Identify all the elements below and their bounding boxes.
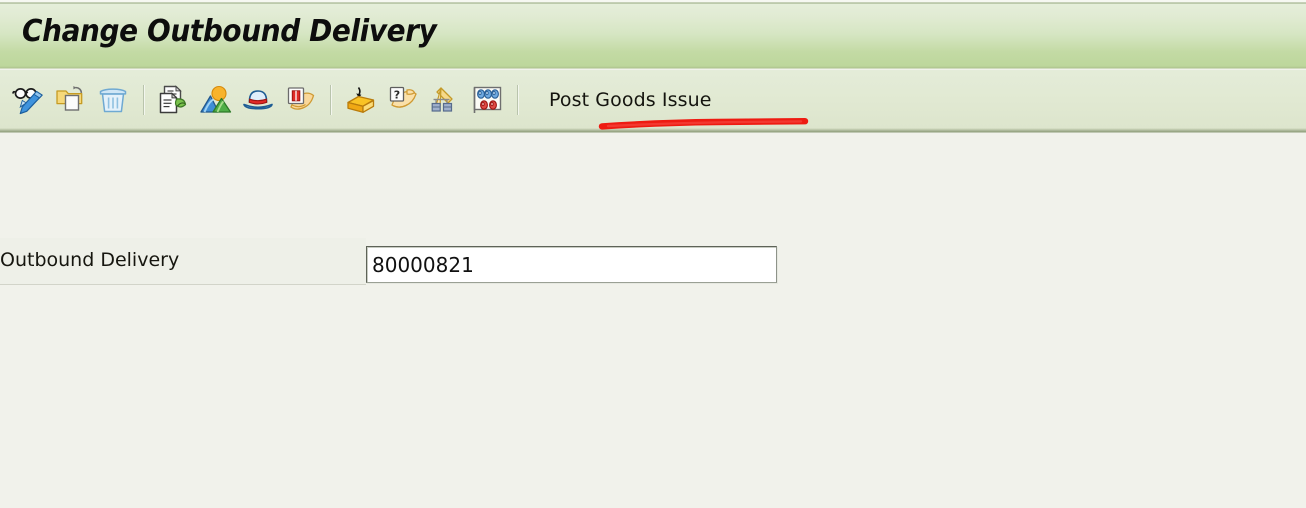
display-change-toggle-icon: [12, 85, 46, 115]
output-button[interactable]: [281, 80, 319, 120]
outbound-delivery-label: Outbound Delivery: [0, 249, 180, 271]
application-toolbar: ? Post Goods Issue: [0, 70, 1306, 134]
hand-question-card-icon: ?: [387, 85, 419, 115]
display-change-toggle-button[interactable]: [10, 80, 48, 120]
packing-box-icon: [345, 85, 377, 115]
pack-button[interactable]: [342, 80, 380, 120]
other-document-button[interactable]: [52, 80, 90, 120]
toolbar-separator: [330, 85, 331, 115]
other-document-icon: [55, 85, 87, 115]
delete-button[interactable]: [94, 80, 132, 120]
overview-landscape-icon: [199, 85, 233, 115]
outbound-delivery-input[interactable]: [366, 246, 777, 283]
document-flow-button[interactable]: [155, 80, 193, 120]
delete-trash-icon: [98, 85, 128, 115]
page-title: Change Outbound Delivery: [22, 14, 437, 49]
document-flow-icon: [158, 85, 190, 115]
sap-window: Change Outbound Delivery ? Post Goods Is…: [0, 0, 1306, 508]
status-overview-button[interactable]: [468, 80, 506, 120]
document-header-button[interactable]: [239, 80, 277, 120]
crane-loading-icon: [429, 85, 461, 115]
status-board-icon: [470, 85, 504, 115]
window-title-bar: Change Outbound Delivery: [0, 0, 1306, 70]
outbound-delivery-field-row: Outbound Delivery: [0, 238, 1306, 286]
blue-hat-icon: [242, 85, 274, 115]
loading-button[interactable]: [426, 80, 464, 120]
overview-button[interactable]: [197, 80, 235, 120]
post-goods-issue-button[interactable]: Post Goods Issue: [549, 89, 712, 111]
form-content-area: Outbound Delivery: [0, 134, 1306, 508]
toolbar-separator: [517, 85, 518, 115]
svg-text:?: ?: [394, 89, 400, 102]
hand-red-book-icon: [284, 85, 316, 115]
toolbar-separator: [143, 85, 144, 115]
check-button[interactable]: ?: [384, 80, 422, 120]
